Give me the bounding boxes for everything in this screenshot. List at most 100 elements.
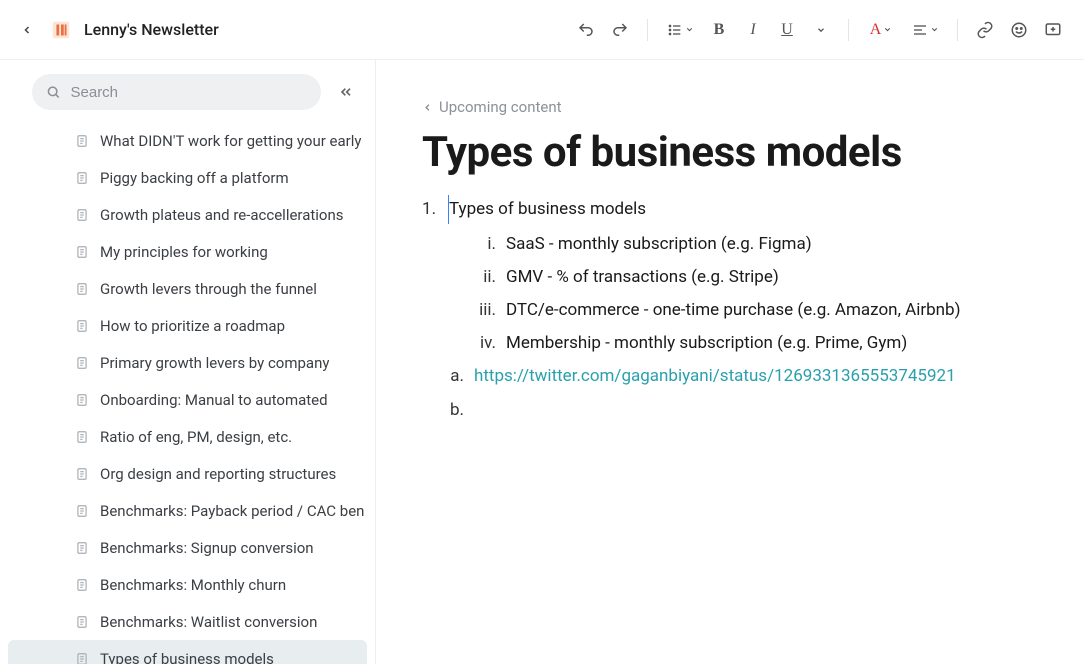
collapse-sidebar-button[interactable] bbox=[331, 77, 361, 107]
sidebar-item[interactable]: Org design and reporting structures bbox=[0, 455, 375, 492]
comment-button[interactable] bbox=[1038, 15, 1068, 45]
numeral: b. bbox=[446, 394, 464, 427]
italic-icon: I bbox=[750, 21, 755, 39]
comment-add-icon bbox=[1044, 21, 1062, 39]
search-icon bbox=[46, 84, 61, 100]
document-icon bbox=[74, 207, 90, 223]
sidebar-item[interactable]: Onboarding: Manual to automated bbox=[0, 381, 375, 418]
nested-alpha-list: a. https://twitter.com/gaganbiyani/status… bbox=[446, 360, 1064, 426]
document-icon bbox=[74, 355, 90, 371]
sidebar-item[interactable]: Benchmarks: Payback period / CAC ben bbox=[0, 492, 375, 529]
list-item[interactable]: iii.DTC/e-commerce - one-time purchase (… bbox=[472, 294, 1064, 327]
sidebar-item-label: Ratio of eng, PM, design, etc. bbox=[100, 428, 292, 446]
sidebar-item-label: Benchmarks: Waitlist conversion bbox=[100, 613, 317, 631]
document-icon bbox=[74, 503, 90, 519]
sidebar-item[interactable]: Primary growth levers by company bbox=[0, 344, 375, 381]
chevron-down-icon bbox=[930, 25, 939, 34]
document-icon bbox=[74, 318, 90, 334]
sidebar-item-label: Piggy backing off a platform bbox=[100, 169, 289, 187]
document-icon bbox=[74, 614, 90, 630]
document-icon bbox=[74, 429, 90, 445]
document-icon bbox=[74, 170, 90, 186]
sidebar-item-label: Types of business models bbox=[100, 650, 274, 664]
sidebar-item[interactable]: Piggy backing off a platform bbox=[0, 159, 375, 196]
nested-roman-list: i. SaaS - monthly subscription (e.g. Figm… bbox=[472, 228, 1064, 361]
list-item[interactable]: i. SaaS - monthly subscription (e.g. Figm… bbox=[472, 228, 1064, 261]
bold-icon: B bbox=[714, 21, 725, 39]
sidebar: What DIDN'T work for getting your early P… bbox=[0, 60, 376, 664]
document-icon bbox=[74, 651, 90, 664]
list-item-text: SaaS - monthly subscription (e.g. Figma) bbox=[506, 228, 812, 261]
document-icon bbox=[74, 577, 90, 593]
more-styles-button[interactable] bbox=[806, 15, 836, 45]
sidebar-item-label: Growth levers through the funnel bbox=[100, 280, 317, 298]
emoji-button[interactable] bbox=[1004, 15, 1034, 45]
undo-icon bbox=[577, 21, 595, 39]
sidebar-item[interactable]: Benchmarks: Waitlist conversion bbox=[0, 603, 375, 640]
sidebar-item-label: Benchmarks: Payback period / CAC ben bbox=[100, 502, 364, 520]
link-icon bbox=[976, 21, 994, 39]
undo-button[interactable] bbox=[571, 15, 601, 45]
list-style-dropdown[interactable] bbox=[660, 15, 700, 45]
sidebar-item[interactable]: Growth levers through the funnel bbox=[0, 270, 375, 307]
sidebar-item[interactable]: Ratio of eng, PM, design, etc. bbox=[0, 418, 375, 455]
document-icon bbox=[74, 466, 90, 482]
redo-button[interactable] bbox=[605, 15, 635, 45]
link-button[interactable] bbox=[970, 15, 1000, 45]
sidebar-item-label: What DIDN'T work for getting your early bbox=[100, 132, 361, 150]
sidebar-item[interactable]: Benchmarks: Monthly churn bbox=[0, 566, 375, 603]
align-dropdown[interactable] bbox=[905, 15, 945, 45]
list-item[interactable]: iv. Membership - monthly subscription (e.… bbox=[472, 327, 1064, 360]
sidebar-item[interactable]: How to prioritize a roadmap bbox=[0, 307, 375, 344]
italic-button[interactable]: I bbox=[738, 15, 768, 45]
sidebar-item[interactable]: My principles for working bbox=[0, 233, 375, 270]
document-icon bbox=[74, 133, 90, 149]
list-item[interactable]: b. bbox=[446, 394, 1064, 427]
breadcrumb[interactable]: Upcoming content bbox=[422, 98, 1064, 116]
main: What DIDN'T work for getting your early P… bbox=[0, 60, 1084, 664]
list-item-text: GMV - % of transactions (e.g. Stripe) bbox=[506, 261, 779, 294]
underline-icon: U bbox=[781, 21, 793, 39]
chevron-left-icon bbox=[422, 102, 433, 113]
search-input[interactable] bbox=[71, 84, 308, 101]
list-item-text: Membership - monthly subscription (e.g. … bbox=[506, 327, 907, 360]
separator bbox=[647, 19, 648, 41]
numeral: a. bbox=[446, 360, 464, 393]
list-item[interactable]: ii. GMV - % of transactions (e.g. Stripe) bbox=[472, 261, 1064, 294]
emoji-icon bbox=[1010, 21, 1028, 39]
bold-button[interactable]: B bbox=[704, 15, 734, 45]
align-left-icon bbox=[912, 22, 928, 38]
document-icon bbox=[74, 540, 90, 556]
link[interactable]: https://twitter.com/gaganbiyani/status/1… bbox=[474, 360, 956, 393]
document-tree: What DIDN'T work for getting your early P… bbox=[0, 120, 375, 664]
document-title[interactable]: Types of business models bbox=[422, 128, 1064, 177]
list-icon bbox=[667, 22, 683, 38]
back-button[interactable] bbox=[16, 19, 38, 41]
list-item-text: Types of business models bbox=[448, 195, 646, 224]
sidebar-header bbox=[0, 60, 375, 120]
format-toolbar: B I U A bbox=[571, 15, 1068, 45]
numeral: ii. bbox=[472, 261, 496, 294]
chevron-left-icon bbox=[21, 24, 33, 36]
sidebar-item[interactable]: What DIDN'T work for getting your early bbox=[0, 122, 375, 159]
list-item[interactable]: a. https://twitter.com/gaganbiyani/status… bbox=[446, 360, 1064, 393]
sidebar-item-label: Onboarding: Manual to automated bbox=[100, 391, 328, 409]
sidebar-item[interactable]: Types of business models bbox=[8, 640, 367, 664]
sidebar-item-label: My principles for working bbox=[100, 243, 268, 261]
chevron-down-icon bbox=[816, 25, 826, 35]
text-color-dropdown[interactable]: A bbox=[861, 15, 901, 45]
separator bbox=[957, 19, 958, 41]
editor-content[interactable]: Upcoming content Types of business model… bbox=[376, 60, 1084, 664]
document-icon bbox=[74, 392, 90, 408]
brand-icon bbox=[48, 17, 74, 43]
chevrons-left-icon bbox=[338, 84, 354, 100]
numeral: iv. bbox=[472, 327, 496, 360]
sidebar-item-label: Benchmarks: Monthly churn bbox=[100, 576, 286, 594]
list-item[interactable]: Types of business models bbox=[422, 195, 1064, 224]
sidebar-item[interactable]: Benchmarks: Signup conversion bbox=[0, 529, 375, 566]
search-field[interactable] bbox=[32, 74, 321, 110]
numeral: i. bbox=[472, 228, 496, 261]
sidebar-item[interactable]: Growth plateus and re-accellerations bbox=[0, 196, 375, 233]
underline-button[interactable]: U bbox=[772, 15, 802, 45]
sidebar-item-label: How to prioritize a roadmap bbox=[100, 317, 285, 335]
